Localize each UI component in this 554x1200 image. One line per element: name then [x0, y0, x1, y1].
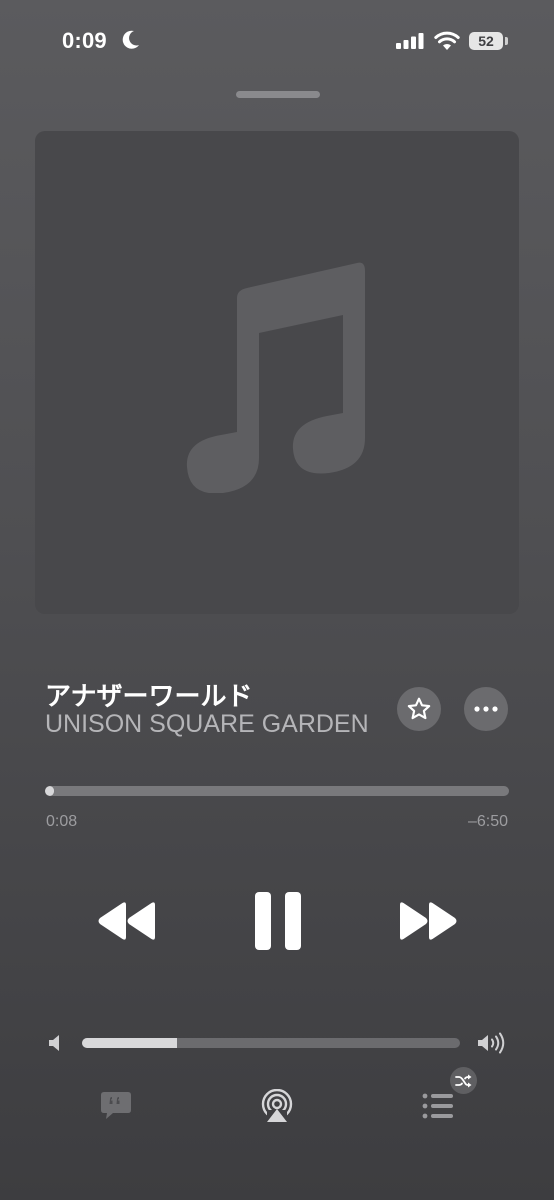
favorite-button[interactable] — [397, 687, 441, 731]
elapsed-time: 0:08 — [46, 813, 78, 830]
ellipsis-icon — [474, 706, 498, 712]
fast-forward-button[interactable] — [398, 901, 458, 941]
wifi-icon — [434, 31, 460, 50]
playback-scrubber[interactable] — [45, 786, 509, 796]
remaining-time: –6:50 — [467, 813, 508, 830]
more-options-button[interactable] — [464, 687, 508, 731]
track-artist[interactable]: UNISON SQUARE GARDEN — [45, 710, 369, 739]
battery-indicator: 52 — [469, 32, 503, 50]
music-note-icon — [186, 262, 365, 493]
star-icon — [407, 697, 431, 720]
speaker-high-icon — [478, 1032, 505, 1054]
rewind-button[interactable] — [97, 901, 157, 941]
lyrics-button[interactable] — [100, 1090, 132, 1120]
airplay-button[interactable] — [260, 1089, 294, 1123]
battery-cap — [505, 37, 508, 45]
playback-progress-fill — [45, 786, 55, 796]
shuffle-badge — [450, 1067, 477, 1094]
status-time: 0:09 — [62, 28, 107, 53]
album-artwork — [35, 131, 519, 614]
speaker-low-icon — [49, 1035, 59, 1051]
track-title: アナザーワールド — [45, 682, 253, 712]
volume-level-fill — [82, 1038, 177, 1048]
queue-button[interactable] — [422, 1093, 454, 1119]
shuffle-icon — [455, 1074, 472, 1087]
cellular-signal-icon — [396, 33, 424, 49]
moon-icon — [122, 30, 139, 49]
sheet-grabber[interactable] — [236, 91, 320, 98]
pause-button[interactable] — [255, 892, 301, 950]
volume-slider[interactable] — [82, 1038, 460, 1048]
